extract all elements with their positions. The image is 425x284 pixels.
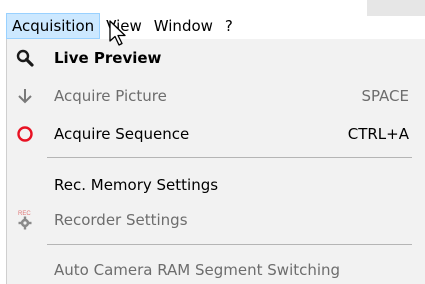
menu-item-label: Recorder Settings xyxy=(54,211,188,229)
menu-bar: Acquisition View Window ? xyxy=(0,13,425,39)
menu-window[interactable]: Window xyxy=(148,13,219,39)
menu-item-live-preview[interactable]: Live Preview xyxy=(7,41,425,75)
menu-item-label: Acquire Picture xyxy=(54,87,167,105)
menu-acquisition[interactable]: Acquisition xyxy=(6,13,101,39)
menu-item-shortcut: CTRL+A xyxy=(347,125,409,143)
menu-item-label: Live Preview xyxy=(54,49,162,67)
menu-item-acquire-sequence[interactable]: Acquire Sequence CTRL+A xyxy=(7,117,425,151)
mouse-cursor-icon xyxy=(108,20,130,48)
menu-help[interactable]: ? xyxy=(219,13,239,39)
menu-item-rec-memory-settings[interactable]: Rec. Memory Settings xyxy=(7,168,425,202)
menu-item-auto-camera-ram-segment-switching[interactable]: Auto Camera RAM Segment Switching xyxy=(7,253,425,284)
acquisition-dropdown-menu: Live Preview Acquire Picture SPACE Acqui… xyxy=(6,39,425,284)
menu-item-label: Auto Camera RAM Segment Switching xyxy=(54,261,341,279)
magnifier-icon xyxy=(15,48,35,68)
rec-gear-icon: REC xyxy=(15,210,35,230)
menu-item-recorder-settings[interactable]: REC Recorder Settings xyxy=(7,203,425,237)
menu-separator xyxy=(47,157,412,158)
menu-item-label: Acquire Sequence xyxy=(54,125,190,143)
menu-separator xyxy=(47,244,412,245)
menu-item-label: Rec. Memory Settings xyxy=(54,176,219,194)
menu-item-shortcut: SPACE xyxy=(361,87,409,105)
menu-item-acquire-picture[interactable]: Acquire Picture SPACE xyxy=(7,79,425,113)
svg-text:REC: REC xyxy=(18,211,31,217)
app-window: Acquisition View Window ? Live Preview A… xyxy=(0,0,425,284)
down-arrow-icon xyxy=(15,86,35,106)
record-circle-icon xyxy=(15,124,35,144)
